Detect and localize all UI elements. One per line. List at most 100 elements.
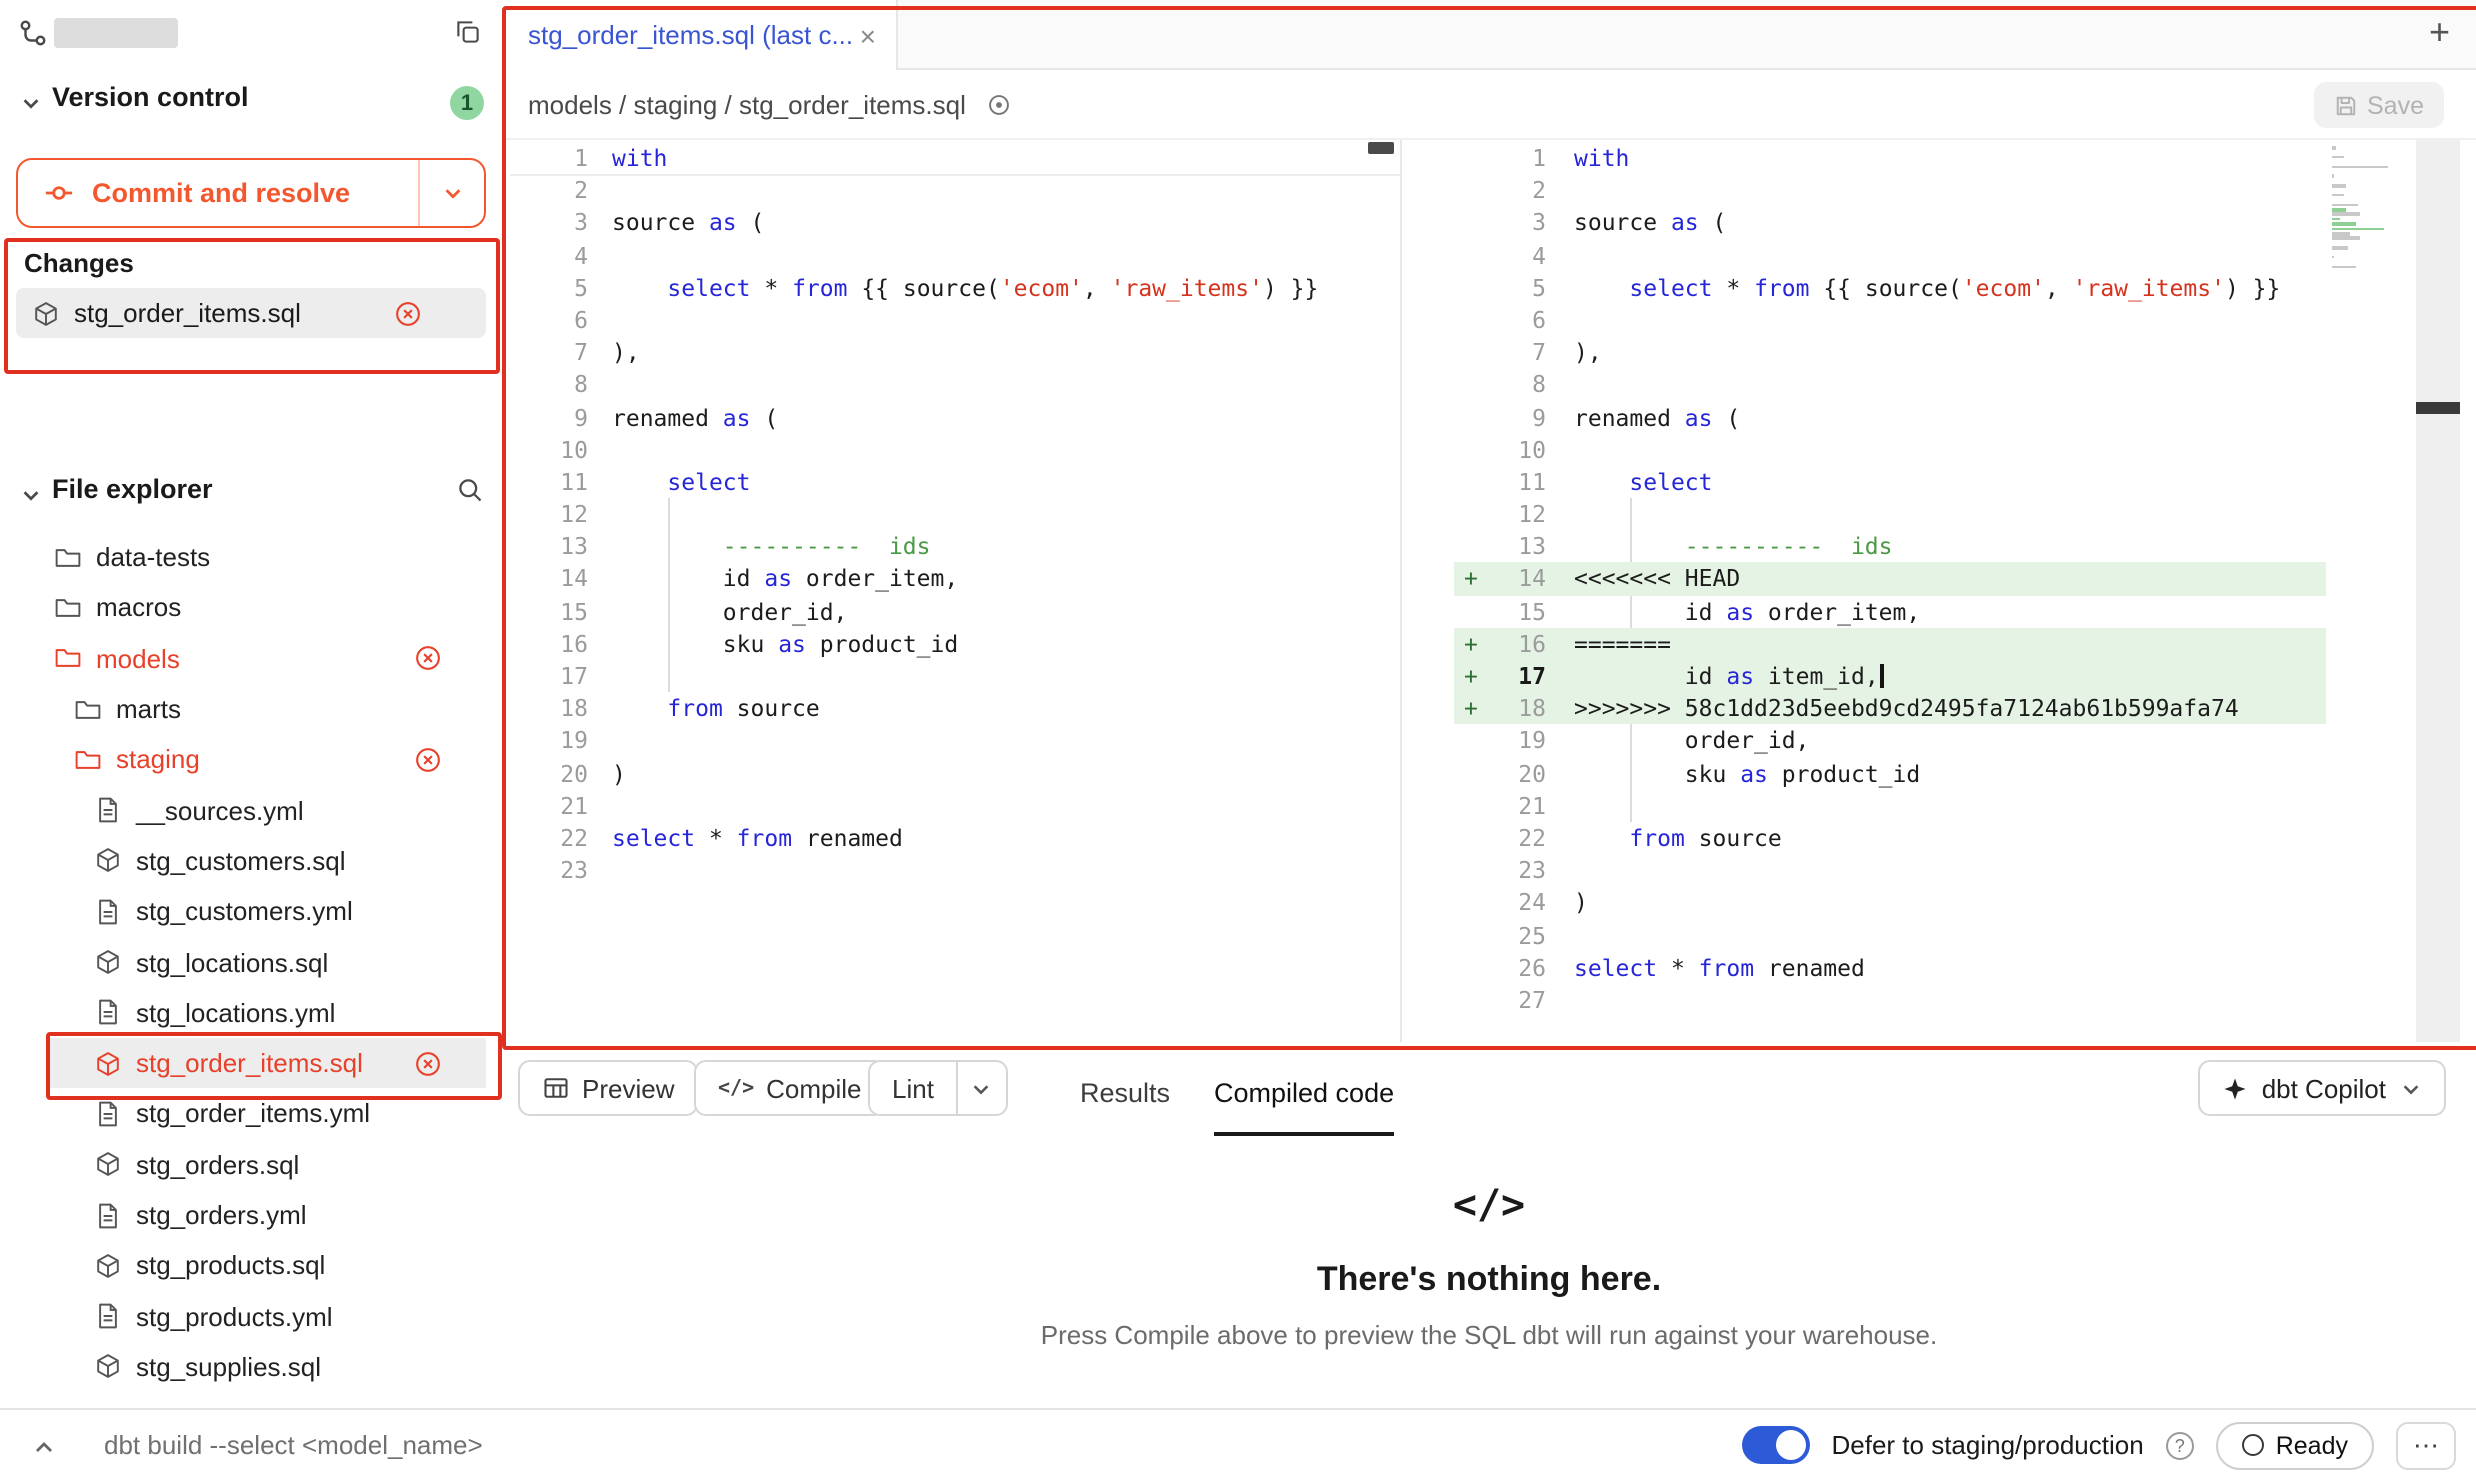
file-explorer-item-staging[interactable]: staging	[0, 734, 502, 785]
search-icon[interactable]	[456, 476, 484, 504]
code-line[interactable]: 21	[1454, 790, 2326, 822]
file-explorer-item-stg_orders.sql[interactable]: stg_orders.sql	[0, 1139, 502, 1190]
modified-pane[interactable]: 1with23source as (45 select * from {{ so…	[1454, 142, 2326, 1016]
code-line[interactable]: +16=======	[1454, 628, 2326, 660]
code-line[interactable]: 15 id as order_item,	[1454, 595, 2326, 627]
editor-tab-active[interactable]: stg_order_items.sql (last c... ×	[502, 0, 898, 70]
left-pane-scrollbar-thumb[interactable]	[1368, 142, 1394, 154]
code-line[interactable]: 13 ---------- ids	[1454, 531, 2326, 563]
file-explorer-item-macros[interactable]: macros	[0, 583, 502, 634]
merge-conflict-icon[interactable]	[394, 299, 422, 327]
file-explorer-item-stg_products.sql[interactable]: stg_products.sql	[0, 1240, 502, 1291]
code-line[interactable]: 3source as (	[510, 207, 1400, 239]
code-line[interactable]: 5 select * from {{ source('ecom', 'raw_i…	[1454, 272, 2326, 304]
code-line[interactable]: 10	[510, 433, 1400, 465]
code-line[interactable]: 6	[1454, 304, 2326, 336]
code-line[interactable]: +14<<<<<<< HEAD	[1454, 563, 2326, 595]
code-line[interactable]: 3source as (	[1454, 207, 2326, 239]
code-line[interactable]: 24)	[1454, 887, 2326, 919]
file-explorer-item-stg_customers.sql[interactable]: stg_customers.sql	[0, 836, 502, 887]
command-hint[interactable]: dbt build --select <model_name>	[104, 1430, 483, 1460]
commit-and-resolve-button[interactable]: Commit and resolve	[16, 158, 486, 228]
code-line[interactable]: 27	[1454, 984, 2326, 1016]
file-explorer-item-stg_locations.yml[interactable]: stg_locations.yml	[0, 987, 502, 1038]
help-icon[interactable]: ?	[2166, 1431, 2194, 1459]
commit-dropdown-chevron-icon[interactable]	[420, 182, 484, 204]
code-line[interactable]: 4	[510, 239, 1400, 271]
version-control-header[interactable]: Version control	[52, 82, 249, 112]
code-line[interactable]: 8	[1454, 369, 2326, 401]
file-explorer-item-stg_customers.yml[interactable]: stg_customers.yml	[0, 886, 502, 937]
save-button[interactable]: Save	[2313, 82, 2444, 128]
defer-toggle[interactable]	[1742, 1426, 1810, 1464]
code-line[interactable]: 11 select	[1454, 466, 2326, 498]
file-explorer-item-stg_products.yml[interactable]: stg_products.yml	[0, 1291, 502, 1342]
lint-button[interactable]: Lint	[870, 1062, 956, 1114]
code-line[interactable]: 25	[1454, 919, 2326, 951]
diff-editor[interactable]: 1with23source as (45 select * from {{ so…	[502, 140, 2476, 1042]
code-line[interactable]: 20)	[510, 757, 1400, 789]
code-line[interactable]: 23	[1454, 854, 2326, 886]
code-line[interactable]: 20 sku as product_id	[1454, 757, 2326, 789]
code-line[interactable]: 22select * from renamed	[510, 822, 1400, 854]
code-line[interactable]: 10	[1454, 433, 2326, 465]
git-graph-icon[interactable]	[18, 18, 48, 48]
code-line[interactable]: 12	[1454, 498, 2326, 530]
code-line[interactable]: 23	[510, 854, 1400, 886]
file-explorer-item-stg_orders.yml[interactable]: stg_orders.yml	[0, 1190, 502, 1241]
code-line[interactable]: 18 from source	[510, 692, 1400, 724]
merge-conflict-icon[interactable]	[414, 644, 442, 672]
code-line[interactable]: 1with	[1454, 142, 2326, 174]
code-line[interactable]: 16 sku as product_id	[510, 628, 1400, 660]
tab-compiled-code[interactable]: Compiled code	[1214, 1056, 1394, 1136]
code-line[interactable]: 22 from source	[1454, 822, 2326, 854]
code-line[interactable]: 5 select * from {{ source('ecom', 'raw_i…	[510, 272, 1400, 304]
code-line[interactable]: 9renamed as (	[1454, 401, 2326, 433]
code-line[interactable]: 7),	[510, 336, 1400, 368]
code-line[interactable]: 15 order_id,	[510, 595, 1400, 627]
tab-close-icon[interactable]: ×	[860, 21, 876, 49]
file-explorer-item-stg_supplies.sql[interactable]: stg_supplies.sql	[0, 1342, 502, 1393]
merge-conflict-icon[interactable]	[414, 746, 442, 774]
compile-button[interactable]: </> Compile	[694, 1060, 886, 1116]
file-explorer-item-stg_locations.sql[interactable]: stg_locations.sql	[0, 937, 502, 988]
code-line[interactable]: 7),	[1454, 336, 2326, 368]
copy-icon[interactable]	[454, 18, 482, 46]
code-line[interactable]: 8	[510, 369, 1400, 401]
code-line[interactable]: 2	[1454, 174, 2326, 206]
minimap[interactable]	[2332, 146, 2392, 275]
code-line[interactable]: 1with	[510, 142, 1400, 174]
code-line[interactable]: 17	[510, 660, 1400, 692]
merge-conflict-icon[interactable]	[414, 1049, 442, 1077]
dbt-copilot-button[interactable]: dbt Copilot	[2198, 1060, 2446, 1116]
file-explorer-chevron-icon[interactable]	[20, 484, 42, 506]
lint-dropdown-chevron-icon[interactable]	[958, 1062, 1006, 1114]
code-line[interactable]: 21	[510, 790, 1400, 822]
code-line[interactable]: 13 ---------- ids	[510, 531, 1400, 563]
code-line[interactable]: 26select * from renamed	[1454, 951, 2326, 983]
code-line[interactable]: 2	[510, 174, 1400, 206]
file-explorer-item-models[interactable]: models	[0, 633, 502, 684]
code-line[interactable]: +17 id as item_id,	[1454, 660, 2326, 692]
code-line[interactable]: +18>>>>>>> 58c1dd23d5eebd9cd2495fa7124ab…	[1454, 692, 2326, 724]
expand-command-chevron-icon[interactable]	[32, 1436, 56, 1460]
file-explorer-item-__sources.yml[interactable]: __sources.yml	[0, 785, 502, 836]
code-line[interactable]: 19	[510, 725, 1400, 757]
preview-button[interactable]: Preview	[518, 1060, 699, 1116]
file-explorer-item-data-tests[interactable]: data-tests	[0, 532, 502, 583]
editor-scrollbar-track[interactable]	[2416, 140, 2460, 1042]
code-line[interactable]: 12	[510, 498, 1400, 530]
editor-scrollbar-thumb[interactable]	[2416, 402, 2460, 414]
code-line[interactable]: 4	[1454, 239, 2326, 271]
code-line[interactable]: 14 id as order_item,	[510, 563, 1400, 595]
code-line[interactable]: 9renamed as (	[510, 401, 1400, 433]
tab-results[interactable]: Results	[1080, 1056, 1170, 1132]
breadcrumb-target-icon[interactable]	[986, 91, 1012, 117]
status-badge[interactable]: Ready	[2216, 1421, 2374, 1469]
original-pane[interactable]: 1with23source as (45 select * from {{ so…	[510, 142, 1400, 887]
file-explorer-item-marts[interactable]: marts	[0, 684, 502, 735]
new-tab-icon[interactable]: +	[2429, 12, 2450, 54]
file-explorer-header[interactable]: File explorer	[52, 474, 213, 504]
file-explorer-item-stg_order_items.yml[interactable]: stg_order_items.yml	[0, 1089, 502, 1140]
changed-file-row[interactable]: stg_order_items.sql	[16, 288, 486, 338]
